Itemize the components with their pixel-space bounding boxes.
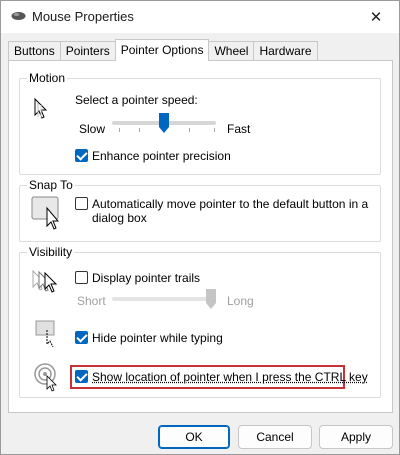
long-label: Long <box>227 294 254 308</box>
tab-pointers[interactable]: Pointers <box>59 41 116 61</box>
apply-button[interactable]: Apply <box>319 425 393 449</box>
snap-to-group: Snap To <box>19 178 381 242</box>
snap-to-group-title: Snap To <box>27 178 75 192</box>
slider-tick <box>119 128 120 132</box>
snap-to-label-line2[interactable]: dialog box <box>92 211 147 225</box>
pointer-options-panel: Motion Select a pointer speed: Slow Fast… <box>8 60 393 413</box>
trail-length-slider <box>112 297 216 301</box>
mouse-properties-window: Mouse Properties ✕ Buttons Pointers Poin… <box>0 0 400 455</box>
pointer-speed-label: Select a pointer speed: <box>75 93 198 107</box>
snap-to-checkbox[interactable] <box>75 197 88 210</box>
visibility-group-title: Visibility <box>27 245 75 259</box>
pointer-trails-checkbox[interactable] <box>75 271 88 284</box>
mouse-app-icon <box>11 12 26 20</box>
tab-strip: Buttons Pointers Pointer Options Wheel H… <box>8 39 318 61</box>
close-button[interactable]: ✕ <box>353 1 399 33</box>
hide-typing-label[interactable]: Hide pointer while typing <box>92 331 223 345</box>
show-location-checkbox[interactable] <box>75 370 88 383</box>
close-icon: ✕ <box>369 9 383 26</box>
enhance-precision-checkbox[interactable] <box>75 149 88 162</box>
enhance-precision-label[interactable]: Enhance pointer precision <box>92 149 231 163</box>
snap-to-button-icon <box>31 196 60 230</box>
slider-tick <box>214 128 215 132</box>
trail-length-thumb <box>206 289 216 309</box>
ok-button[interactable]: OK <box>158 425 230 449</box>
show-location-icon <box>34 363 57 392</box>
snap-to-label-line1[interactable]: Automatically move pointer to the defaul… <box>92 197 368 211</box>
hide-typing-checkbox[interactable] <box>75 331 88 344</box>
window-title: Mouse Properties <box>32 9 134 24</box>
pointer-trails-icon <box>32 269 58 293</box>
short-label: Short <box>77 294 106 308</box>
title-bar: Mouse Properties ✕ <box>1 1 399 33</box>
hide-pointer-icon <box>35 320 55 348</box>
pointer-speed-icon <box>34 97 48 119</box>
slider-tick <box>189 128 190 132</box>
cancel-button[interactable]: Cancel <box>238 425 312 449</box>
pointer-speed-thumb[interactable] <box>159 113 169 133</box>
tab-pointer-options[interactable]: Pointer Options <box>114 39 210 61</box>
tab-wheel[interactable]: Wheel <box>208 41 255 61</box>
tab-hardware[interactable]: Hardware <box>253 41 318 61</box>
show-location-label[interactable]: Show location of pointer when I press th… <box>92 370 368 384</box>
fast-label: Fast <box>227 122 251 136</box>
slider-tick <box>139 128 140 132</box>
motion-group-title: Motion <box>27 71 68 85</box>
slow-label: Slow <box>79 122 106 136</box>
pointer-trails-label[interactable]: Display pointer trails <box>92 271 200 285</box>
tab-buttons[interactable]: Buttons <box>8 41 61 61</box>
